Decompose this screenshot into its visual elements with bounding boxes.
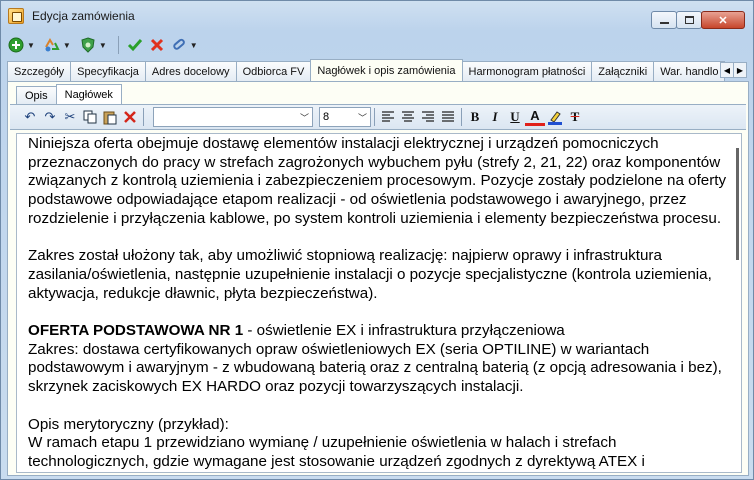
tab-panel: Opis Nagłówek ↶ ↷ ✂ ﹀ 8 ﹀ B I U A T Nini… bbox=[7, 81, 749, 476]
toolbar-separator bbox=[117, 36, 119, 54]
tab-scroll-buttons: ◀ ▶ bbox=[720, 62, 747, 78]
attach-dropdown-arrow-icon[interactable]: ▼ bbox=[190, 41, 198, 50]
chevron-down-icon: ﹀ bbox=[299, 112, 309, 123]
editor-separator bbox=[374, 108, 375, 126]
editor-separator bbox=[461, 108, 462, 126]
paragraph-description-2: technologicznych, gdzie wymagane jest st… bbox=[28, 452, 645, 470]
tab-harmonogram-platnosci[interactable]: Harmonogram płatności bbox=[461, 61, 593, 81]
font-size-select[interactable]: 8 ﹀ bbox=[319, 107, 371, 127]
paragraph-scope: Zakres został ułożony tak, aby umożliwić… bbox=[28, 247, 712, 302]
align-left-icon[interactable] bbox=[378, 107, 398, 127]
underline-button[interactable]: U bbox=[505, 107, 525, 127]
recycle-icon[interactable] bbox=[43, 36, 61, 54]
check-icon[interactable] bbox=[126, 36, 144, 54]
main-toolbar: ▼ ▼ ▼ ▼ bbox=[7, 34, 202, 56]
window-controls: ✕ bbox=[651, 11, 745, 29]
order-edit-window: Edycja zamówienia ✕ ▼ ▼ ▼ ▼ Szczegóły Sp… bbox=[0, 0, 754, 480]
italic-button[interactable]: I bbox=[485, 107, 505, 127]
editor-toolbar: ↶ ↷ ✂ ﹀ 8 ﹀ B I U A T bbox=[10, 104, 746, 130]
font-size-value: 8 bbox=[323, 111, 330, 123]
shield-dropdown-arrow-icon[interactable]: ▼ bbox=[99, 41, 107, 50]
add-dropdown-arrow-icon[interactable]: ▼ bbox=[27, 41, 35, 50]
undo-icon[interactable]: ↶ bbox=[20, 107, 40, 127]
close-button[interactable]: ✕ bbox=[701, 11, 745, 29]
align-right-icon[interactable] bbox=[418, 107, 438, 127]
subtab-naglowek[interactable]: Nagłówek bbox=[55, 84, 122, 104]
maximize-icon bbox=[684, 16, 694, 24]
tab-scroll-left-icon[interactable]: ◀ bbox=[720, 62, 734, 78]
title-bar[interactable]: Edycja zamówienia ✕ bbox=[1, 1, 753, 31]
tab-adres-docelowy[interactable]: Adres docelowy bbox=[144, 61, 237, 81]
rich-text-editor[interactable]: Niniejsza oferta obejmuje dostawę elemen… bbox=[16, 133, 742, 473]
tab-odbiorca-fv[interactable]: Odbiorca FV bbox=[235, 61, 312, 81]
highlight-icon[interactable] bbox=[545, 107, 565, 127]
close-icon: ✕ bbox=[718, 14, 728, 27]
cut-icon[interactable]: ✂ bbox=[60, 107, 80, 127]
chevron-down-icon: ﹀ bbox=[357, 112, 367, 123]
align-justify-icon[interactable] bbox=[438, 107, 458, 127]
paragraph-offer-scope: Zakres: dostawa certyfikowanych opraw oś… bbox=[28, 340, 722, 396]
tab-scroll-right-icon[interactable]: ▶ bbox=[733, 62, 747, 78]
shield-icon[interactable] bbox=[79, 36, 97, 54]
paste-icon[interactable] bbox=[100, 107, 120, 127]
tab-specyfikacja[interactable]: Specyfikacja bbox=[70, 61, 146, 81]
editor-text[interactable]: Niniejsza oferta obejmuje dostawę elemen… bbox=[28, 135, 728, 472]
subtab-opis[interactable]: Opis bbox=[16, 86, 57, 104]
tab-war-handlowe[interactable]: War. handlo bbox=[653, 61, 726, 81]
add-icon[interactable] bbox=[7, 36, 25, 54]
paragraph-description-1: W ramach etapu 1 przewidziano wymianę / … bbox=[28, 434, 617, 452]
offer-heading-subtitle: - oświetlenie EX i infrastruktura przyłą… bbox=[243, 322, 565, 339]
tab-zalaczniki[interactable]: Załączniki bbox=[591, 61, 655, 81]
main-tabs: Szczegóły Specyfikacja Adres docelowy Od… bbox=[7, 59, 749, 81]
recycle-dropdown-arrow-icon[interactable]: ▼ bbox=[63, 41, 71, 50]
clear-format-button[interactable]: T bbox=[565, 107, 585, 127]
maximize-button[interactable] bbox=[676, 11, 702, 29]
app-icon bbox=[8, 8, 24, 24]
bold-button[interactable]: B bbox=[465, 107, 485, 127]
minimize-button[interactable] bbox=[651, 11, 677, 29]
tab-naglowek-i-opis[interactable]: Nagłówek i opis zamówienia bbox=[310, 59, 463, 81]
offer-heading-title: OFERTA PODSTAWOWA NR 1 bbox=[28, 322, 244, 339]
font-color-button[interactable]: A bbox=[525, 108, 545, 126]
paragraph-intro: Niniejsza oferta obejmuje dostawę elemen… bbox=[28, 135, 727, 227]
paragraph-description-label: Opis merytoryczny (przykład): bbox=[28, 415, 229, 433]
editor-separator bbox=[143, 108, 144, 126]
align-center-icon[interactable] bbox=[398, 107, 418, 127]
sub-tabs: Opis Nagłówek bbox=[16, 84, 122, 104]
window-title: Edycja zamówienia bbox=[32, 9, 135, 23]
offer-heading: OFERTA PODSTAWOWA NR 1 - oświetlenie EX … bbox=[28, 322, 728, 341]
redo-icon[interactable]: ↷ bbox=[40, 107, 60, 127]
attach-icon[interactable] bbox=[170, 36, 188, 54]
delete-icon[interactable] bbox=[120, 107, 140, 127]
minimize-icon bbox=[659, 22, 669, 24]
copy-icon[interactable] bbox=[80, 107, 100, 127]
cancel-icon[interactable] bbox=[148, 36, 166, 54]
scroll-indicator[interactable] bbox=[736, 148, 739, 260]
tab-szczegoly[interactable]: Szczegóły bbox=[7, 61, 72, 81]
font-name-select[interactable]: ﹀ bbox=[153, 107, 313, 127]
